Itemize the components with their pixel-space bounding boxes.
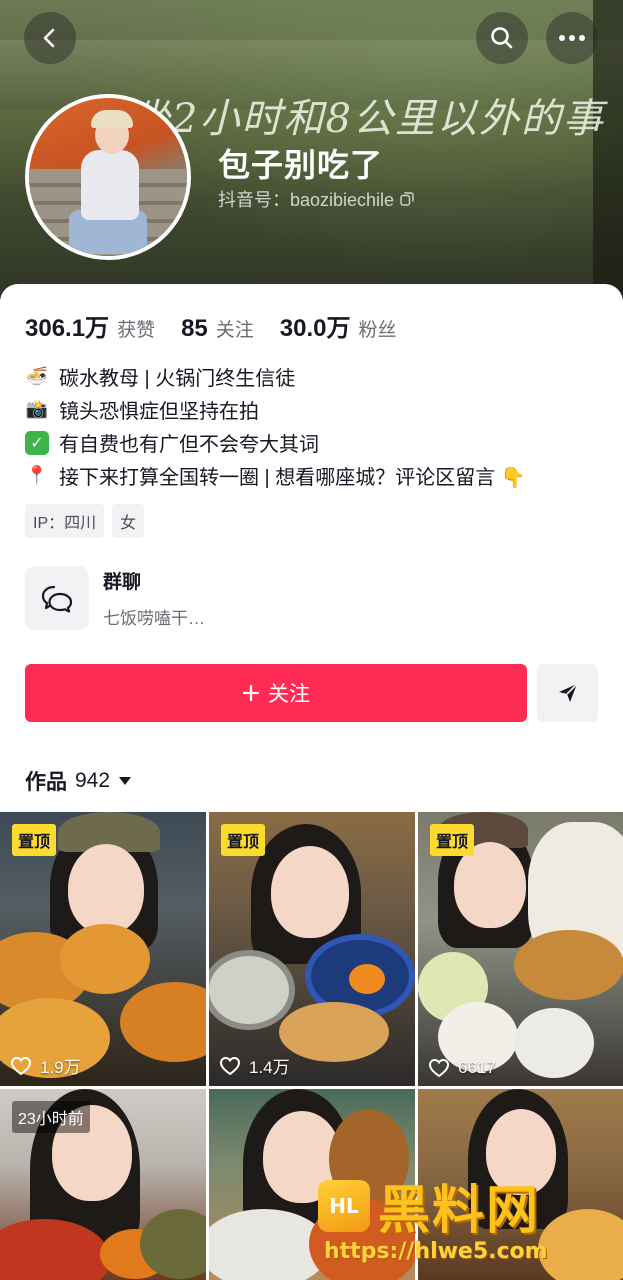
banner-window-frame bbox=[593, 0, 623, 300]
stat-following[interactable]: 85 关注 bbox=[181, 315, 254, 343]
video-thumbnail[interactable]: 置顶 1.9万 bbox=[0, 812, 206, 1086]
pinned-badge: 置顶 bbox=[12, 824, 57, 856]
tab-works-label: 作品 bbox=[25, 771, 67, 794]
stat-value: 85 bbox=[181, 315, 208, 342]
follow-button-label: 关注 bbox=[268, 683, 310, 706]
stat-likes[interactable]: 306.1万 获赞 bbox=[25, 308, 155, 343]
watermark-url: https://hlwe5.com bbox=[324, 1239, 548, 1264]
pin-icon: 📍 bbox=[25, 465, 49, 485]
bio-text: 有自费也有广但不会夸大其词 bbox=[59, 434, 319, 456]
camera-flash-icon: 📸 bbox=[25, 399, 49, 419]
bio-line: 🍜 碳水教母 | 火锅门终生信徒 bbox=[25, 360, 605, 393]
pinned-badge: 置顶 bbox=[221, 824, 266, 856]
more-icon bbox=[559, 35, 585, 41]
search-button[interactable] bbox=[476, 12, 528, 64]
profile-card: 306.1万 获赞 85 关注 30.0万 粉丝 🍜 碳水教母 | 火锅门终生信… bbox=[0, 284, 623, 812]
ip-location-tag: IP：四川 bbox=[25, 504, 105, 538]
bio: 🍜 碳水教母 | 火锅门终生信徒 📸 镜头恐惧症但坚持在拍 ✓ 有自费也有广但不… bbox=[25, 360, 605, 492]
group-chat-subtitle: 七饭唠嗑干… bbox=[103, 609, 205, 628]
tab-works-count: 942 bbox=[75, 769, 111, 792]
bio-line: ✓ 有自费也有广但不会夸大其词 bbox=[25, 426, 605, 459]
stat-label: 获赞 bbox=[117, 320, 156, 341]
like-count: 1.9万 bbox=[10, 1053, 81, 1078]
group-chat-icon bbox=[25, 566, 89, 630]
tab-works[interactable]: 作品 942 bbox=[25, 766, 132, 796]
stat-value: 306.1万 bbox=[25, 315, 110, 342]
douyin-id[interactable]: 抖音号：baozibiechile bbox=[218, 186, 414, 212]
group-chat-title: 群聊 bbox=[103, 572, 142, 593]
caret-down-icon bbox=[119, 777, 132, 785]
profile-banner: 坐2小时和8公里以外的事 包子别吃了 抖音号：baozibiechile bbox=[0, 0, 623, 300]
heart-icon bbox=[10, 1056, 32, 1075]
video-thumbnail[interactable]: 置顶 1.4万 bbox=[209, 812, 415, 1086]
noodle-bowl-icon: 🍜 bbox=[25, 366, 49, 386]
pinned-badge: 置顶 bbox=[430, 824, 475, 856]
banner-handwriting: 坐2小时和8公里以外的事 bbox=[130, 96, 605, 142]
site-watermark: HL 黑料网 https://hlwe5.com bbox=[318, 1168, 548, 1264]
heart-icon bbox=[428, 1058, 450, 1078]
heart-icon bbox=[219, 1056, 241, 1075]
video-thumbnail[interactable]: 置顶 6617 bbox=[418, 812, 623, 1086]
video-thumbnail[interactable]: 23小时前 bbox=[0, 1089, 206, 1280]
nickname: 包子别吃了 bbox=[218, 147, 384, 183]
bio-text: 镜头恐惧症但坚持在拍 bbox=[59, 401, 259, 423]
like-count: 1.4万 bbox=[219, 1053, 290, 1078]
gender-tag: 女 bbox=[112, 504, 145, 538]
stats-row: 306.1万 获赞 85 关注 30.0万 粉丝 bbox=[25, 308, 397, 343]
send-message-button[interactable] bbox=[537, 664, 598, 722]
stat-label: 关注 bbox=[215, 320, 254, 341]
watermark-logo: HL bbox=[318, 1179, 370, 1232]
back-icon bbox=[43, 28, 55, 48]
post-time-badge: 23小时前 bbox=[12, 1101, 90, 1133]
bio-text: 碳水教母 | 火锅门终生信徒 bbox=[59, 368, 296, 390]
stat-followers[interactable]: 30.0万 粉丝 bbox=[280, 308, 397, 343]
bio-line: 📍 接下来打算全国转一圈 | 想看哪座城？评论区留言 👇 bbox=[25, 459, 605, 492]
follow-button[interactable]: 关注 bbox=[25, 664, 527, 722]
stat-value: 30.0万 bbox=[279, 315, 351, 342]
more-button[interactable] bbox=[546, 12, 598, 64]
watermark-text: 黑料网 bbox=[378, 1181, 541, 1241]
like-count-text: 6617 bbox=[458, 1058, 496, 1077]
like-count-text: 1.4万 bbox=[249, 1058, 290, 1077]
search-icon bbox=[491, 27, 513, 49]
copy-icon[interactable] bbox=[400, 192, 414, 206]
check-mark-icon: ✓ bbox=[25, 430, 49, 455]
plus-icon bbox=[242, 684, 260, 702]
like-count-text: 1.9万 bbox=[40, 1058, 81, 1077]
bio-line: 📸 镜头恐惧症但坚持在拍 bbox=[25, 393, 605, 426]
paper-plane-icon bbox=[558, 683, 578, 702]
profile-tags: IP：四川 女 bbox=[25, 504, 145, 538]
group-chat-entry[interactable]: 群聊 七饭唠嗑干… bbox=[25, 566, 205, 630]
like-count: 6617 bbox=[428, 1058, 496, 1078]
avatar[interactable] bbox=[25, 94, 191, 260]
bio-text: 接下来打算全国转一圈 | 想看哪座城？评论区留言 👇 bbox=[59, 467, 526, 489]
stat-label: 粉丝 bbox=[358, 320, 397, 341]
back-button[interactable] bbox=[24, 12, 76, 64]
douyin-id-text: 抖音号：baozibiechile bbox=[218, 190, 395, 210]
